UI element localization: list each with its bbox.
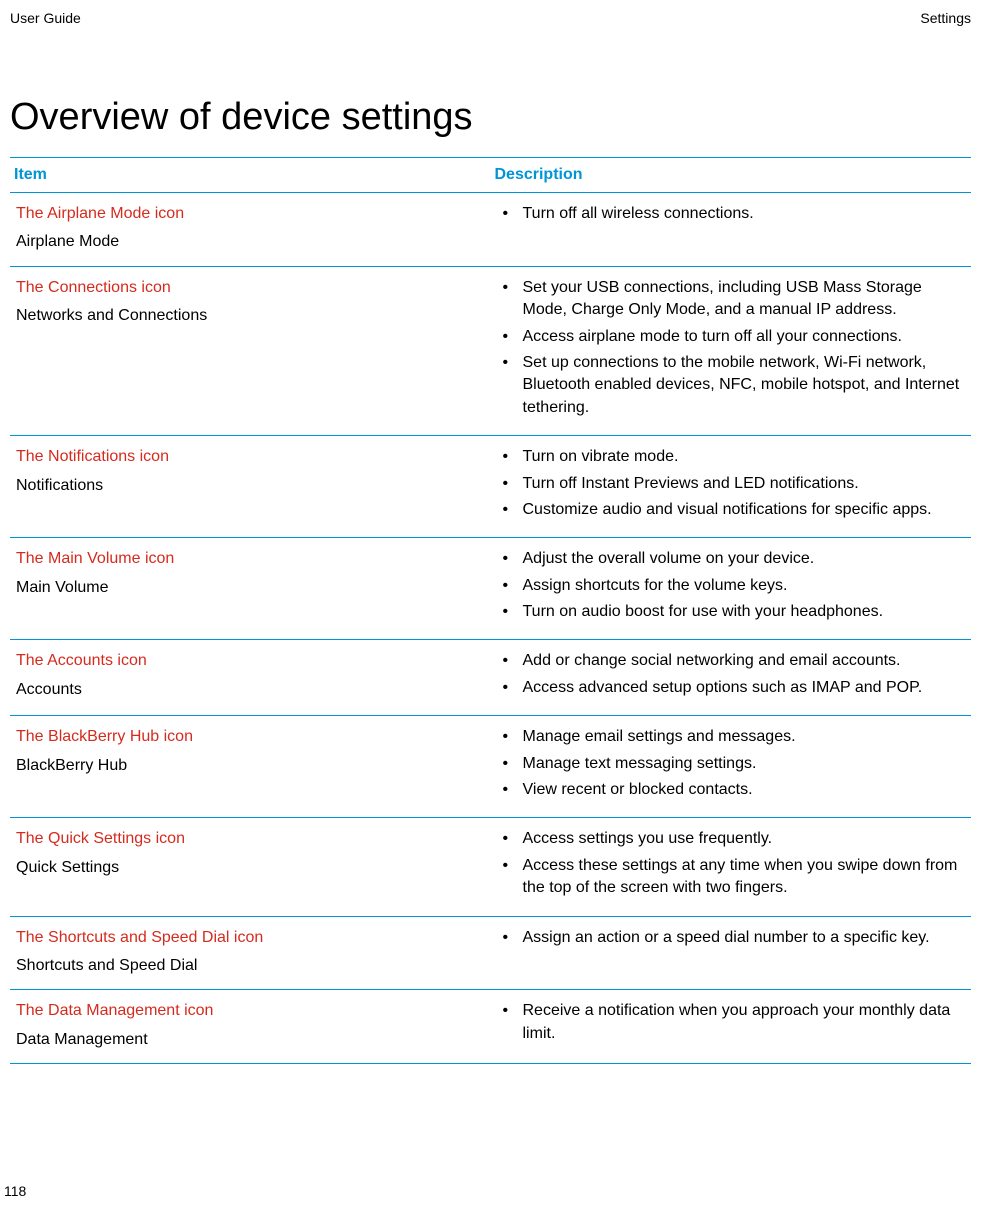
item-name: Data Management (16, 1029, 485, 1051)
item-name: BlackBerry Hub (16, 755, 485, 777)
description-item: Access these settings at any time when y… (497, 855, 966, 900)
table-row: The Data Management icon Data Management R… (10, 990, 971, 1064)
description-item: Assign an action or a speed dial number … (497, 927, 966, 949)
table-row: The Airplane Mode icon Airplane Mode Turn … (10, 193, 971, 267)
cell-item: The Accounts icon Accounts (10, 640, 491, 716)
table-row: The Accounts icon Accounts Add or change s… (10, 640, 971, 716)
item-name: Accounts (16, 679, 485, 701)
table-row: The Quick Settings icon Quick Settings Acc… (10, 818, 971, 916)
item-icon-label: The Data Management icon (16, 1000, 485, 1022)
cell-item: The Main Volume icon Main Volume (10, 538, 491, 640)
item-name: Main Volume (16, 577, 485, 599)
description-list: Adjust the overall volume on your device… (497, 548, 966, 623)
description-list: Manage email settings and messages. Manag… (497, 726, 966, 801)
description-item: Receive a notification when you approach… (497, 1000, 966, 1045)
item-name: Shortcuts and Speed Dial (16, 955, 485, 977)
description-item: Manage text messaging settings. (497, 753, 966, 775)
description-item: Add or change social networking and emai… (497, 650, 966, 672)
cell-description: Add or change social networking and emai… (491, 640, 972, 716)
description-item: Access settings you use frequently. (497, 828, 966, 850)
description-list: Set your USB connections, including USB … (497, 277, 966, 419)
table-row: The Main Volume icon Main Volume Adjust th… (10, 538, 971, 640)
th-description: Description (491, 158, 972, 193)
th-item: Item (10, 158, 491, 193)
description-item: View recent or blocked contacts. (497, 779, 966, 801)
header-right: Settings (920, 10, 971, 26)
item-icon-label: The Shortcuts and Speed Dial icon (16, 927, 485, 949)
description-item: Access advanced setup options such as IM… (497, 677, 966, 699)
description-list: Receive a notification when you approach… (497, 1000, 966, 1045)
description-item: Manage email settings and messages. (497, 726, 966, 748)
cell-description: Receive a notification when you approach… (491, 990, 972, 1064)
cell-item: The Quick Settings icon Quick Settings (10, 818, 491, 916)
description-item: Access airplane mode to turn off all you… (497, 326, 966, 348)
cell-description: Adjust the overall volume on your device… (491, 538, 972, 640)
item-icon-label: The BlackBerry Hub icon (16, 726, 485, 748)
table-row: The Notifications icon Notifications Turn … (10, 436, 971, 538)
description-item: Customize audio and visual notifications… (497, 499, 966, 521)
cell-item: The Shortcuts and Speed Dial icon Shortcu… (10, 916, 491, 990)
header-left: User Guide (10, 10, 81, 26)
item-name: Networks and Connections (16, 305, 485, 327)
page-number: 118 (4, 1183, 26, 1199)
page-title: Overview of device settings (10, 96, 971, 139)
cell-description: Manage email settings and messages. Manag… (491, 716, 972, 818)
cell-item: The Data Management icon Data Management (10, 990, 491, 1064)
description-list: Turn off all wireless connections. (497, 203, 966, 225)
item-name: Notifications (16, 475, 485, 497)
description-item: Turn off all wireless connections. (497, 203, 966, 225)
description-item: Turn off Instant Previews and LED notifi… (497, 473, 966, 495)
table-row: The Connections icon Networks and Connect… (10, 266, 971, 435)
item-icon-label: The Notifications icon (16, 446, 485, 468)
description-item: Set up connections to the mobile network… (497, 352, 966, 419)
item-icon-label: The Airplane Mode icon (16, 203, 485, 225)
item-icon-label: The Accounts icon (16, 650, 485, 672)
cell-item: The Notifications icon Notifications (10, 436, 491, 538)
cell-description: Turn on vibrate mode. Turn off Instant Pr… (491, 436, 972, 538)
cell-item: The Connections icon Networks and Connect… (10, 266, 491, 435)
cell-item: The BlackBerry Hub icon BlackBerry Hub (10, 716, 491, 818)
description-item: Turn on vibrate mode. (497, 446, 966, 468)
description-item: Adjust the overall volume on your device… (497, 548, 966, 570)
cell-description: Assign an action or a speed dial number … (491, 916, 972, 990)
settings-table: Item Description The Airplane Mode icon A… (10, 157, 971, 1064)
description-list: Access settings you use frequently. Acces… (497, 828, 966, 899)
cell-description: Set your USB connections, including USB … (491, 266, 972, 435)
item-name: Airplane Mode (16, 231, 485, 253)
cell-description: Access settings you use frequently. Acces… (491, 818, 972, 916)
description-list: Turn on vibrate mode. Turn off Instant Pr… (497, 446, 966, 521)
table-row: The Shortcuts and Speed Dial icon Shortcu… (10, 916, 971, 990)
item-icon-label: The Main Volume icon (16, 548, 485, 570)
description-list: Assign an action or a speed dial number … (497, 927, 966, 949)
description-item: Turn on audio boost for use with your he… (497, 601, 966, 623)
cell-item: The Airplane Mode icon Airplane Mode (10, 193, 491, 267)
cell-description: Turn off all wireless connections. (491, 193, 972, 267)
description-list: Add or change social networking and emai… (497, 650, 966, 699)
description-item: Set your USB connections, including USB … (497, 277, 966, 322)
description-item: Assign shortcuts for the volume keys. (497, 575, 966, 597)
item-name: Quick Settings (16, 857, 485, 879)
table-row: The BlackBerry Hub icon BlackBerry Hub Man… (10, 716, 971, 818)
item-icon-label: The Quick Settings icon (16, 828, 485, 850)
item-icon-label: The Connections icon (16, 277, 485, 299)
